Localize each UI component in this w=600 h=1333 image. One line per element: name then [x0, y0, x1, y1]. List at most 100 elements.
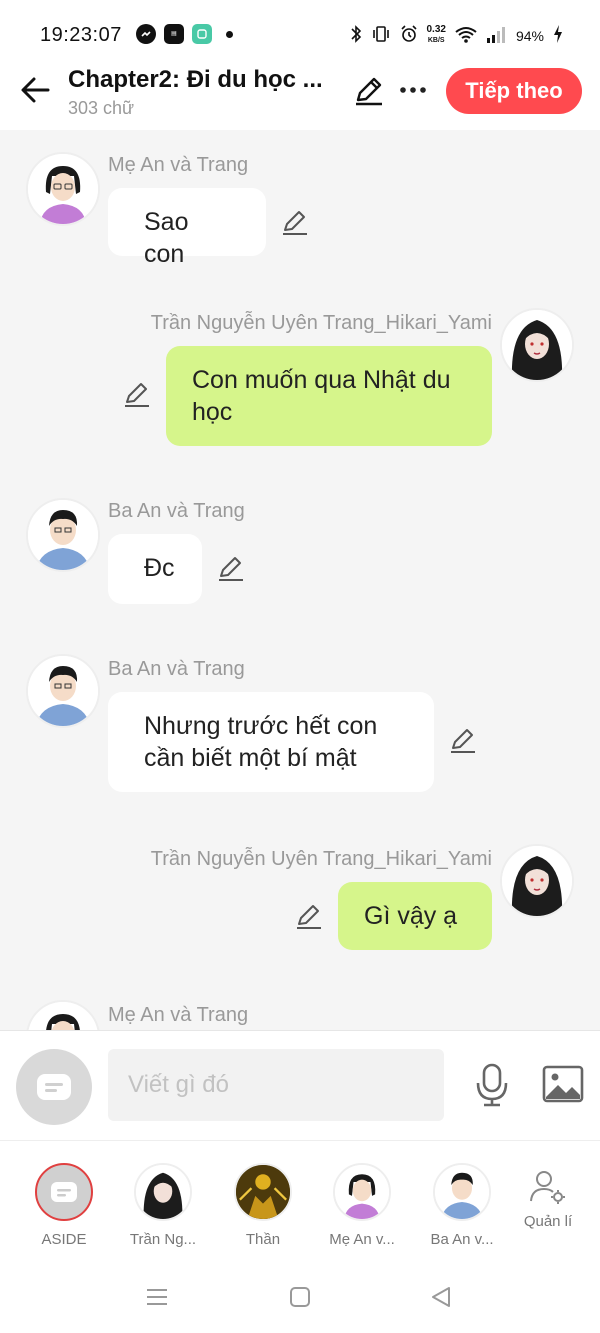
character-label: ASIDE: [41, 1231, 87, 1248]
network-speed-value: 0.32: [426, 24, 446, 35]
aside-toggle-button[interactable]: [16, 1049, 92, 1125]
character-avatar-icon: [236, 1165, 290, 1219]
sender-name: Ba An và Trang: [108, 500, 245, 522]
character-avatar: [134, 1163, 192, 1221]
charging-icon: [552, 24, 564, 47]
character-me-an[interactable]: Mẹ An v...: [312, 1163, 412, 1248]
back-arrow-icon: [21, 77, 50, 103]
character-label: Quản lí: [523, 1213, 573, 1230]
image-icon: [542, 1065, 584, 1103]
character-bar: ASIDE Trần Ng... Thần Mẹ An v... Ba An v…: [0, 1140, 600, 1260]
character-avatar-icon: [435, 1165, 489, 1219]
manage-characters-button[interactable]: Quản lí: [498, 1163, 598, 1230]
more-notifications-dot: [226, 30, 233, 38]
character-label: Mẹ An v...: [329, 1231, 395, 1248]
chapter-title: Chapter2: Đi du học ...: [68, 66, 323, 93]
avatar-ba-an[interactable]: [26, 654, 100, 728]
character-avatar: [333, 1163, 391, 1221]
pencil-icon: [356, 77, 382, 106]
back-nav-button[interactable]: [428, 1284, 454, 1310]
character-than[interactable]: Thần: [213, 1163, 313, 1248]
status-time: 19:23:07: [40, 24, 122, 46]
input-bar: [0, 1030, 600, 1140]
character-avatar: [433, 1163, 491, 1221]
next-button[interactable]: Tiếp theo: [446, 68, 582, 114]
sender-name: Mẹ An và Trang: [108, 154, 249, 176]
messenger-icon: [136, 24, 156, 44]
vibrate-icon: [371, 24, 391, 47]
character-avatar-icon: [28, 656, 98, 726]
manage-user-icon: [528, 1167, 568, 1207]
aside-speech-icon: [37, 1074, 71, 1100]
menu-lines-icon: [147, 1289, 167, 1305]
microphone-icon: [476, 1063, 508, 1107]
system-nav-bar: [0, 1260, 600, 1333]
message-bubble[interactable]: Con muốn qua Nhật du học: [166, 346, 492, 446]
back-triangle-icon: [432, 1287, 450, 1307]
character-avatar-icon: [502, 846, 572, 916]
message-bubble[interactable]: Đc: [108, 534, 202, 604]
edit-message-button[interactable]: [448, 726, 478, 756]
message-input[interactable]: [108, 1049, 444, 1121]
edit-message-button[interactable]: [280, 208, 310, 238]
news-app-icon: ▤: [164, 24, 184, 44]
edit-message-button[interactable]: [294, 902, 324, 932]
message-bubble[interactable]: Nhưng trước hết con cần biết một bí mật: [108, 692, 434, 792]
editor-header: Chapter2: Đi du học ... 303 chữ Tiếp the…: [0, 64, 600, 130]
network-speed: 0.32 KB/S: [427, 25, 446, 46]
wifi-icon: [454, 24, 478, 47]
character-avatar: [234, 1163, 292, 1221]
character-avatar-icon: [335, 1165, 389, 1219]
character-ba-an[interactable]: Ba An v...: [412, 1163, 512, 1248]
app-notification-icon: [192, 24, 212, 44]
message-bubble[interactable]: Sao con: [108, 188, 266, 268]
bluetooth-icon: [349, 24, 363, 47]
aside-speech-icon: [51, 1182, 77, 1202]
home-square-icon: [290, 1287, 310, 1307]
character-avatar-icon: [136, 1165, 190, 1219]
home-button[interactable]: [287, 1284, 313, 1310]
sender-name: Ba An và Trang: [108, 658, 245, 680]
pencil-icon: [219, 557, 243, 581]
recent-apps-button[interactable]: [144, 1284, 170, 1310]
pencil-icon: [125, 383, 149, 407]
avatar-ba-an[interactable]: [26, 498, 100, 572]
avatar-me-an[interactable]: [26, 1000, 100, 1030]
chat-area[interactable]: Mẹ An và Trang Sao con Trần Nguyễn Uyên …: [0, 130, 600, 1030]
character-avatar-icon: [28, 500, 98, 570]
character-label: Trần Ng...: [129, 1231, 197, 1248]
character-label: Thần: [245, 1231, 281, 1248]
edit-title-button[interactable]: [352, 74, 386, 108]
alarm-icon: [399, 24, 419, 47]
insert-image-button[interactable]: [542, 1065, 584, 1103]
network-speed-unit: KB/S: [427, 37, 445, 44]
avatar-me-an[interactable]: [26, 152, 100, 226]
pencil-icon: [297, 905, 321, 929]
voice-input-button[interactable]: [474, 1063, 510, 1107]
more-dots-icon: [400, 87, 426, 93]
battery-level: 94%: [515, 27, 544, 44]
more-options-button[interactable]: [398, 76, 428, 96]
character-aside[interactable]: ASIDE: [14, 1163, 114, 1248]
sender-name: Trần Nguyễn Uyên Trang_Hikari_Yami: [150, 848, 492, 870]
sender-name: Mẹ An và Trang: [108, 1004, 249, 1026]
edit-message-button[interactable]: [216, 554, 246, 584]
pencil-icon: [451, 729, 475, 753]
word-count: 303 chữ: [68, 98, 135, 118]
pencil-icon: [283, 211, 307, 235]
edit-message-button[interactable]: [122, 380, 152, 410]
character-avatar-icon: [502, 310, 572, 380]
message-bubble[interactable]: Gì vậy ạ: [338, 882, 492, 950]
avatar-tran-nguyen-uyen-trang[interactable]: [500, 844, 574, 918]
avatar-tran-nguyen-uyen-trang[interactable]: [500, 308, 574, 382]
system-icons: 0.32 KB/S 94%: [349, 24, 565, 47]
character-tran-nguyen[interactable]: Trần Ng...: [113, 1163, 213, 1248]
character-avatar-icon: [28, 1002, 98, 1030]
notification-icons: ▤: [136, 24, 233, 44]
status-bar: 19:23:07 ▤ 0.32 KB/S 94%: [0, 0, 600, 64]
character-label: Ba An v...: [430, 1231, 494, 1248]
signal-icon: [486, 24, 508, 47]
back-button[interactable]: [18, 72, 54, 108]
character-avatar-icon: [28, 154, 98, 224]
sender-name: Trần Nguyễn Uyên Trang_Hikari_Yami: [150, 312, 492, 334]
